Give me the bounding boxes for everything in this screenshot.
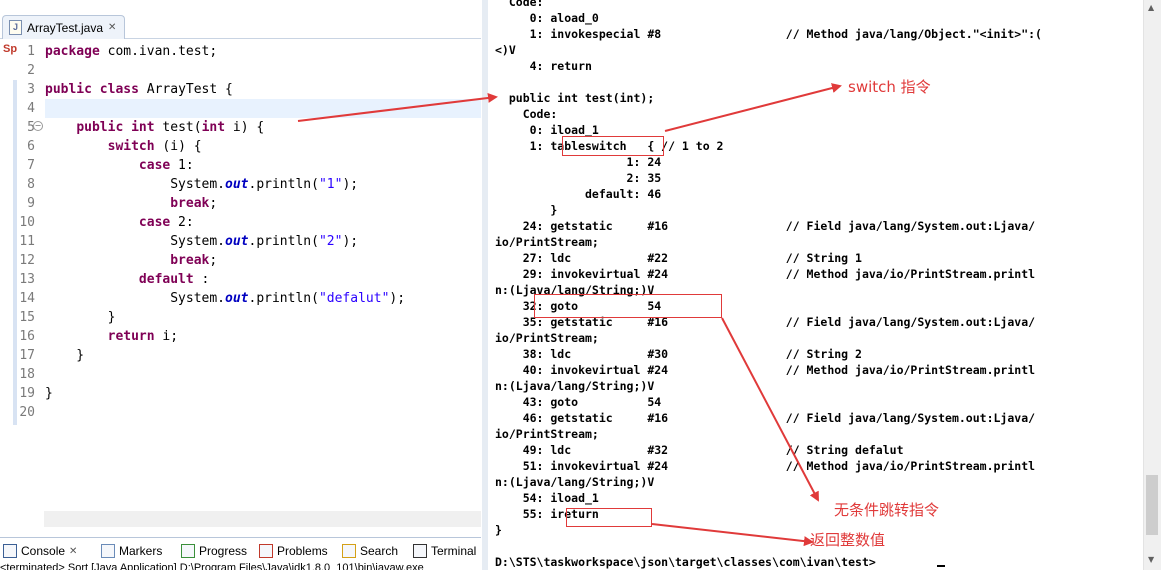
annotation-arrows <box>297 83 842 547</box>
arrow-to-return-label <box>651 523 814 547</box>
arrow-to-goto-label <box>721 317 819 502</box>
arrow-method-to-bytecode <box>297 92 498 122</box>
goto-annotation: 无条件跳转指令 <box>834 501 940 519</box>
arrow-to-switch-label <box>664 83 842 132</box>
switch-annotation: switch 指令 <box>848 78 931 96</box>
return-annotation: 返回整数值 <box>810 531 886 549</box>
